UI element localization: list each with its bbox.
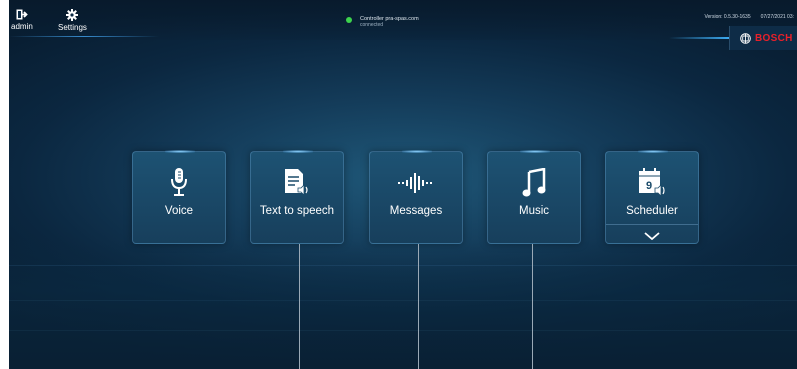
top-bar: admin Settings Controller pra-spas.com c… bbox=[9, 0, 797, 40]
settings-label: Settings bbox=[58, 23, 87, 32]
scheduler-tile[interactable]: 9 Scheduler bbox=[605, 150, 699, 246]
callout-line bbox=[299, 244, 300, 369]
text-to-speech-tile[interactable]: Text to speech bbox=[250, 150, 344, 244]
scheduler-expand-button[interactable] bbox=[606, 224, 698, 246]
tile-label: Voice bbox=[164, 205, 194, 217]
admin-button[interactable]: admin bbox=[11, 9, 33, 31]
logout-icon bbox=[16, 9, 28, 20]
music-tile[interactable]: Music bbox=[487, 150, 581, 244]
callout-line bbox=[532, 244, 533, 369]
status-dot-icon bbox=[346, 17, 352, 23]
brand-accent-line bbox=[669, 37, 729, 39]
brand-logo: BOSCH bbox=[729, 26, 797, 50]
version-text: Version: 0.5.30-1635 bbox=[704, 14, 751, 20]
datetime-text: 07/27/2021 03: bbox=[760, 14, 794, 20]
tile-label: Scheduler bbox=[626, 205, 678, 217]
controller-status: Controller pra-spas.com connected bbox=[346, 16, 419, 28]
connection-status: connected bbox=[360, 22, 384, 28]
admin-label: admin bbox=[11, 22, 33, 31]
chevron-down-icon bbox=[644, 231, 660, 240]
calendar-speaker-icon: 9 bbox=[639, 168, 665, 197]
music-note-icon bbox=[522, 168, 546, 197]
waveform-icon bbox=[398, 173, 432, 193]
microphone-icon bbox=[171, 168, 187, 196]
calendar-day: 9 bbox=[646, 180, 652, 192]
app-window: admin Settings Controller pra-spas.com c… bbox=[9, 0, 797, 369]
tile-label: Music bbox=[518, 205, 550, 217]
tile-label: Text to speech bbox=[259, 205, 335, 217]
messages-tile[interactable]: Messages bbox=[369, 150, 463, 244]
settings-button[interactable]: Settings bbox=[58, 9, 87, 32]
document-speaker-icon bbox=[285, 169, 308, 196]
tile-label: Messages bbox=[389, 205, 443, 217]
gear-icon bbox=[66, 9, 79, 21]
brand-name: BOSCH bbox=[755, 32, 793, 44]
bosch-armature-icon bbox=[740, 32, 751, 44]
version-info: Version: 0.5.30-1635 07/27/2021 03: bbox=[704, 14, 794, 20]
voice-tile[interactable]: Voice bbox=[132, 150, 226, 244]
callout-line bbox=[418, 244, 419, 369]
